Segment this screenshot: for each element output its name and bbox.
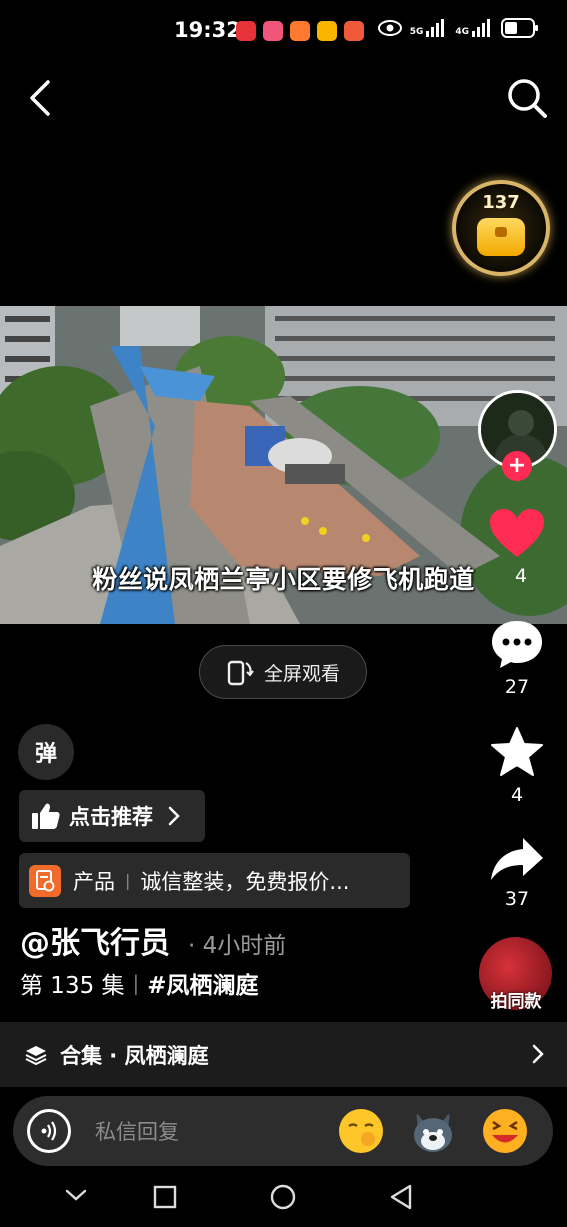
episode-separator: | [132,971,140,995]
video-subtitle: 粉丝说凤栖兰亭小区要修飞机跑道 [92,565,475,594]
search-icon [508,79,547,118]
rotate-screen-icon [227,660,254,686]
nav-back-icon[interactable] [388,1184,414,1210]
thumbs-up-icon [32,803,60,829]
nav-recent-apps-icon[interactable] [153,1185,177,1209]
like-button[interactable] [482,507,552,563]
product-tag-icon [29,864,61,897]
husky-emoji-icon[interactable] [410,1108,456,1154]
status-bar: 19:32 5G 4G [0,0,567,62]
like-count: 4 [515,565,528,587]
fullscreen-label: 全屏观看 [263,662,340,685]
reply-input[interactable]: 私信回复 [95,1116,179,1146]
favorite-count: 4 [510,784,524,806]
status-clock: 19:32 [174,18,241,42]
recommend-button[interactable]: 点击推荐 [19,790,205,842]
search-button[interactable] [505,76,549,120]
product-tag: 产品 [73,869,115,894]
app-icon-red [236,21,256,41]
chevron-left-icon [30,80,50,116]
danmaku-toggle-button[interactable]: 弹 [18,724,74,780]
share-arrow-icon [491,838,543,880]
layers-icon [25,1045,47,1065]
voice-button[interactable] [27,1109,71,1153]
shoot-same-label: 拍同款 [490,992,542,1012]
battery-icon [501,18,538,38]
follow-button[interactable]: + [502,451,532,481]
voice-wave-icon [41,1121,57,1141]
chevron-right-icon [168,806,180,826]
treasure-box-clasp [495,227,507,237]
danmaku-label: 弹 [34,742,57,767]
notification-icons [236,21,364,41]
app-icon-yellow [317,21,337,41]
product-text: 诚信整装，免费报价... [140,869,350,894]
author-row: @张飞行员 · 4小时前 [20,918,286,962]
signal-4g-icon: 4G [455,19,493,37]
fullscreen-button[interactable]: 全屏观看 [199,645,367,699]
favorite-button[interactable]: 4 [482,726,552,806]
share-button[interactable]: 37 [482,836,552,910]
laughing-emoji-icon[interactable] [482,1108,528,1154]
app-icon-orange [290,21,310,41]
comment-icon [492,621,542,668]
collection-bar[interactable]: 合集 · 凤栖澜庭 [0,1022,567,1087]
smirk-emoji-icon[interactable] [338,1108,384,1154]
system-nav-bar [0,1170,567,1227]
signal-5g-icon: 5G [410,19,448,37]
post-time: · 4小时前 [188,933,287,959]
hashtag-link[interactable]: #凤栖澜庭 [147,966,258,1000]
author-name[interactable]: @张飞行员 [20,918,170,962]
treasure-box-icon [477,218,525,256]
comment-button[interactable]: 27 [482,618,552,698]
product-card[interactable]: 产品 | 诚信整装，免费报价... [19,853,410,908]
status-indicators: 5G 4G [377,18,539,38]
nav-collapse-icon[interactable] [64,1187,88,1203]
back-button[interactable] [22,76,62,120]
share-count: 37 [504,888,530,910]
collection-label: 合集 · 凤栖澜庭 [60,1043,209,1068]
product-separator: | [125,871,131,890]
app-icon-red-orange [344,21,364,41]
reply-bar: 私信回复 [13,1096,553,1166]
episode-label: 第 135 集 [20,973,125,999]
reward-count: 137 [482,192,520,213]
network-label-4g: 4G [455,27,469,37]
star-icon [491,727,543,776]
chevron-right-icon [532,1044,544,1064]
heart-icon [490,509,544,557]
recommend-label: 点击推荐 [69,805,153,829]
comment-count: 27 [504,676,530,698]
nav-home-icon[interactable] [270,1184,296,1210]
eye-icon [377,20,402,36]
network-label-5g: 5G [409,27,424,37]
episode-row: 第 135 集 | #凤栖澜庭 [20,966,259,1000]
app-icon-pink [263,21,283,41]
reward-chest-button[interactable]: 137 [452,180,550,276]
